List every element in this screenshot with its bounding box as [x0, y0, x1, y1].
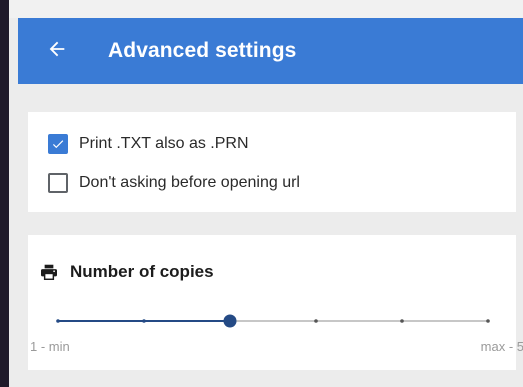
status-strip: [9, 0, 523, 18]
checkbox-unchecked[interactable]: [48, 173, 68, 193]
back-button[interactable]: [40, 34, 74, 68]
settings-content: Print .TXT also as .PRN Don't asking bef…: [18, 84, 523, 387]
printer-icon: [40, 264, 58, 280]
slider-tick: [142, 319, 146, 323]
dont-ask-url-option[interactable]: Don't asking before opening url: [48, 171, 300, 195]
option-label: Print .TXT also as .PRN: [79, 135, 249, 152]
slider-thumb[interactable]: [223, 314, 237, 328]
slider-tick: [314, 319, 318, 323]
option-label: Don't asking before opening url: [79, 174, 300, 191]
arrow-left-icon: [46, 38, 68, 65]
window-edge: [0, 0, 9, 387]
slider-max-label: max - 5: [480, 339, 523, 354]
checkbox-checked[interactable]: [48, 134, 68, 154]
check-icon: [52, 140, 64, 149]
page-title: Advanced settings: [108, 39, 297, 62]
slider-tick: [400, 319, 404, 323]
print-txt-as-prn-option[interactable]: Print .TXT also as .PRN: [48, 132, 249, 156]
slider-min-label: 1 - min: [30, 339, 70, 354]
options-card: Print .TXT also as .PRN Don't asking bef…: [28, 112, 516, 212]
copies-title: Number of copies: [70, 262, 214, 281]
copies-header: Number of copies: [40, 262, 214, 282]
slider-tick: [486, 319, 490, 323]
copies-card: Number of copies 1 - min max - 5: [28, 235, 523, 370]
app-bar: Advanced settings: [18, 18, 523, 84]
copies-slider[interactable]: [56, 309, 490, 333]
slider-tick: [56, 319, 60, 323]
